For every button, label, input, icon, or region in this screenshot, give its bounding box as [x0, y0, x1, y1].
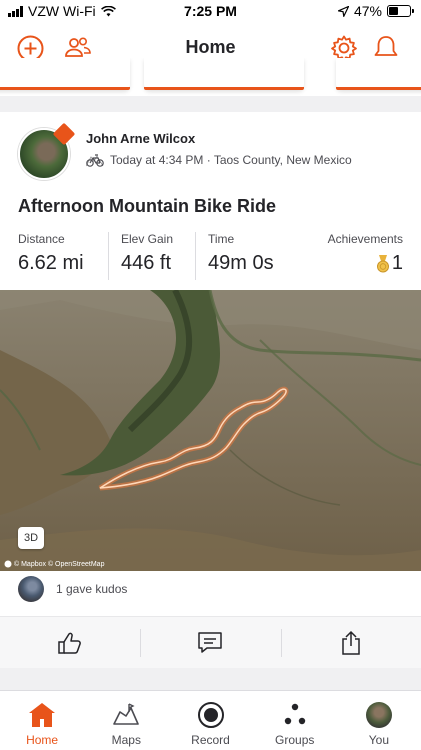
kudos-button[interactable]	[0, 617, 140, 668]
home-icon	[29, 703, 56, 727]
bottom-tab-bar: Home Maps Record Groups You	[0, 690, 421, 750]
suggestion-card[interactable]	[0, 58, 130, 90]
suggestion-card[interactable]	[144, 58, 304, 90]
profile-avatar	[365, 702, 392, 728]
stat-achievements: Achievements 1	[328, 232, 403, 275]
stat-value: 6.62 mi	[18, 252, 84, 274]
activity-actions	[0, 616, 421, 668]
battery-percent: 47%	[353, 3, 382, 19]
route-map[interactable]: 3D © Mapbox © OpenStreetMap	[0, 290, 421, 571]
stat-time: Time 49m 0s	[195, 232, 274, 280]
tab-home[interactable]: Home	[0, 691, 84, 750]
stat-value: 49m 0s	[208, 252, 274, 274]
mountain-bike-icon	[86, 154, 104, 167]
stat-label: Distance	[18, 232, 65, 246]
tab-record[interactable]: Record	[168, 691, 252, 750]
athlete-avatar[interactable]	[18, 122, 76, 180]
terrain-map	[0, 290, 421, 571]
suggestion-cards-strip	[0, 58, 421, 96]
location-arrow-icon	[337, 5, 349, 17]
activity-card[interactable]: John Arne Wilcox Today at 4:34 PM · Taos…	[0, 112, 421, 616]
tab-label: Record	[191, 733, 230, 747]
stat-distance: Distance 6.62 mi	[18, 232, 84, 275]
activity-title[interactable]: Afternoon Mountain Bike Ride	[18, 196, 276, 217]
groups-icon	[284, 703, 305, 725]
map-attribution: © Mapbox © OpenStreetMap	[4, 560, 104, 568]
map-3d-toggle[interactable]: 3D	[18, 527, 44, 549]
suggestion-card[interactable]	[336, 58, 421, 90]
share-icon	[342, 630, 360, 655]
tab-label: You	[368, 733, 390, 747]
tab-groups[interactable]: Groups	[253, 691, 337, 750]
battery-icon	[387, 5, 414, 17]
stat-label: Time	[208, 232, 235, 246]
kudos-summary[interactable]: 1 gave kudos	[18, 576, 127, 602]
comment-icon	[198, 631, 223, 653]
comment-button[interactable]	[140, 617, 280, 668]
athlete-name[interactable]: John Arne Wilcox	[86, 131, 195, 146]
stat-value: 446 ft	[121, 252, 172, 274]
activity-meta: Today at 4:34 PM · Taos County, New Mexi…	[86, 153, 352, 167]
tab-maps[interactable]: Maps	[84, 691, 168, 750]
share-button[interactable]	[280, 617, 421, 668]
achievement-count: 1	[391, 252, 403, 274]
status-bar: VZW Wi-Fi 7:25 PM 47%	[0, 0, 421, 22]
tab-label: Home	[26, 733, 59, 747]
mapbox-logo-icon	[4, 560, 12, 568]
maps-icon	[113, 703, 140, 725]
activity-stats: Distance 6.62 mi Elev Gain 446 ft Time 4…	[18, 232, 403, 280]
stat-label: Elev Gain	[121, 232, 174, 246]
record-icon	[197, 702, 224, 728]
kudoer-avatar	[18, 576, 44, 602]
tab-label: Maps	[111, 733, 141, 747]
tab-you[interactable]: You	[337, 691, 421, 750]
stat-elevation: Elev Gain 446 ft	[108, 232, 173, 280]
kudos-text: 1 gave kudos	[56, 582, 128, 596]
stat-label: Achievements	[327, 232, 403, 246]
medal-icon	[376, 254, 389, 272]
thumbs-up-icon	[58, 632, 82, 654]
activity-time-location: Today at 4:34 PM · Taos County, New Mexi…	[110, 153, 352, 167]
subscriber-badge	[52, 122, 76, 146]
tab-label: Groups	[275, 733, 315, 747]
